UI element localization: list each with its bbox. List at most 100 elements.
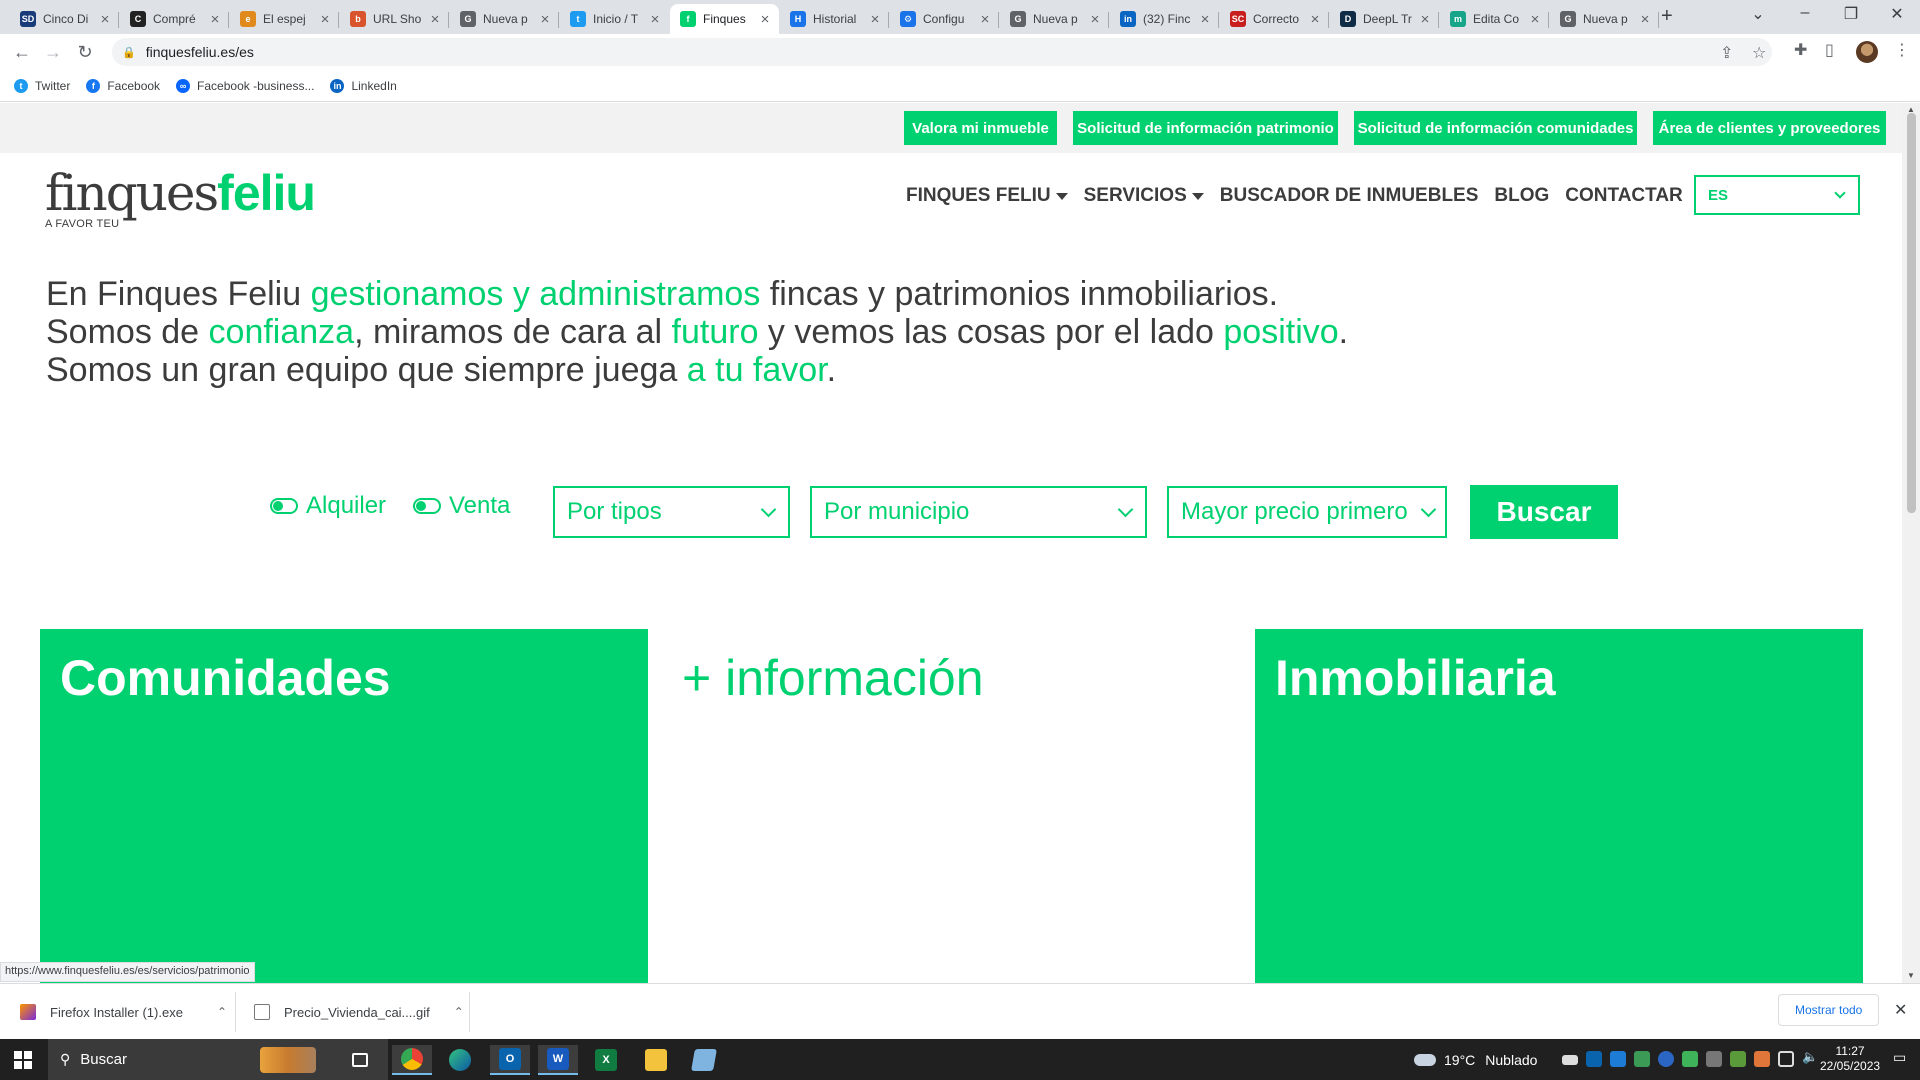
word-app-icon[interactable]: W xyxy=(538,1045,578,1075)
browser-tab[interactable]: t Inicio / T × xyxy=(560,4,669,34)
nav-contactar[interactable]: CONTACTAR xyxy=(1565,185,1683,207)
browser-tab[interactable]: b URL Sho × xyxy=(340,4,449,34)
side-panel-icon[interactable]: ▯ xyxy=(1825,40,1834,60)
network-share-icon[interactable] xyxy=(1634,1051,1650,1067)
tab-close-icon[interactable]: × xyxy=(427,11,443,28)
address-bar[interactable]: 🔒 finquesfeliu.es/es xyxy=(112,38,1772,66)
info-patrimonio-button[interactable]: Solicitud de información patrimonio xyxy=(1073,111,1338,145)
browser-tab[interactable]: D DeepL Tr × xyxy=(1330,4,1439,34)
nav-buscador[interactable]: BUSCADOR DE INMUEBLES xyxy=(1220,185,1479,207)
municipality-select[interactable]: Por municipio xyxy=(810,486,1147,538)
browser-tab[interactable]: G Nueva p × xyxy=(450,4,559,34)
excel-app-icon[interactable]: X xyxy=(586,1045,626,1075)
finques-feliu-logo[interactable]: finquesfeliu A FAVOR TEU xyxy=(45,165,316,230)
bookmark-item[interactable]: in LinkedIn xyxy=(330,78,397,93)
display-icon[interactable] xyxy=(1778,1051,1794,1067)
scrollbar-thumb[interactable] xyxy=(1907,113,1916,513)
volume-icon[interactable]: 🔈 xyxy=(1802,1049,1818,1065)
file-explorer-icon[interactable] xyxy=(636,1045,676,1075)
wifi-icon[interactable] xyxy=(1706,1051,1722,1067)
tab-close-icon[interactable]: × xyxy=(867,11,883,28)
tab-close-icon[interactable]: × xyxy=(647,11,663,28)
mas-informacion-card[interactable]: + información xyxy=(648,629,1256,983)
edge-app-icon[interactable] xyxy=(440,1045,480,1075)
taskbar-search[interactable]: ⚲ Buscar xyxy=(48,1039,388,1080)
chrome-app-icon[interactable] xyxy=(392,1045,432,1075)
tab-close-icon[interactable]: × xyxy=(1527,11,1543,28)
extensions-icon[interactable]: ✚ xyxy=(1794,40,1807,60)
app-tray-icon[interactable] xyxy=(1754,1051,1770,1067)
nav-servicios[interactable]: SERVICIOS xyxy=(1084,185,1204,207)
browser-tab[interactable]: in (32) Finc × xyxy=(1110,4,1219,34)
show-all-downloads-button[interactable]: Mostrar todo xyxy=(1778,994,1880,1026)
security-tray-icon[interactable] xyxy=(1658,1051,1674,1067)
notifications-icon[interactable]: ▭ xyxy=(1893,1049,1909,1065)
scroll-down-icon[interactable]: ▼ xyxy=(1907,971,1915,980)
profile-avatar[interactable] xyxy=(1856,41,1878,63)
bookmark-item[interactable]: t Twitter xyxy=(14,78,70,93)
tab-close-icon[interactable]: × xyxy=(1197,11,1213,28)
order-select[interactable]: Mayor precio primero xyxy=(1167,486,1447,538)
browser-tab[interactable]: SD Cinco Di × xyxy=(10,4,119,34)
tab-close-icon[interactable]: × xyxy=(207,11,223,28)
sync-tray-icon[interactable] xyxy=(1682,1051,1698,1067)
language-select[interactable]: ES xyxy=(1694,175,1860,215)
inmobiliaria-card[interactable]: Inmobiliaria xyxy=(1255,629,1863,983)
close-window-button[interactable]: ✕ xyxy=(1874,4,1920,24)
chevron-up-icon[interactable]: ⌃ xyxy=(217,1005,227,1019)
bookmark-item[interactable]: ∞ Facebook -business... xyxy=(176,78,314,93)
browser-tab[interactable]: C Compré × xyxy=(120,4,229,34)
venta-toggle[interactable]: Venta xyxy=(413,492,510,520)
area-clientes-button[interactable]: Área de clientes y proveedores xyxy=(1653,111,1886,145)
tab-search-icon[interactable]: ⌄ xyxy=(1735,4,1781,24)
weather-widget[interactable]: 19°C Nublado xyxy=(1414,1039,1537,1080)
restore-button[interactable]: ❐ xyxy=(1828,4,1874,24)
browser-tab[interactable]: e El espej × xyxy=(230,4,339,34)
new-tab-button[interactable]: + xyxy=(1661,5,1673,28)
valora-inmueble-button[interactable]: Valora mi inmueble xyxy=(904,111,1057,145)
outlook-tray-icon[interactable] xyxy=(1586,1051,1602,1067)
menu-kebab-icon[interactable]: ⋮ xyxy=(1894,40,1910,60)
nav-blog[interactable]: BLOG xyxy=(1494,185,1549,207)
browser-tab[interactable]: SC Correcto × xyxy=(1220,4,1329,34)
page-scrollbar[interactable]: ▲ ▼ xyxy=(1902,103,1920,983)
windows-start-icon[interactable] xyxy=(14,1051,32,1069)
browser-tab[interactable]: G Nueva p × xyxy=(1550,4,1659,34)
battery-icon[interactable] xyxy=(1730,1051,1746,1067)
tab-close-icon[interactable]: × xyxy=(97,11,113,28)
bookmark-item[interactable]: f Facebook xyxy=(86,78,160,93)
tab-close-icon[interactable]: × xyxy=(977,11,993,28)
close-icon[interactable]: ✕ xyxy=(1894,1000,1907,1020)
notepad-app-icon[interactable] xyxy=(684,1045,724,1075)
browser-tab[interactable]: m Edita Co × xyxy=(1440,4,1549,34)
outlook-app-icon[interactable]: O xyxy=(490,1045,530,1075)
tab-close-icon[interactable]: × xyxy=(537,11,553,28)
tab-close-icon[interactable]: × xyxy=(1307,11,1323,28)
info-comunidades-button[interactable]: Solicitud de información comunidades xyxy=(1354,111,1637,145)
tab-close-icon[interactable]: × xyxy=(1637,11,1653,28)
type-select[interactable]: Por tipos xyxy=(553,486,790,538)
alquiler-toggle[interactable]: Alquiler xyxy=(270,492,386,520)
browser-tab[interactable]: H Historial × xyxy=(780,4,889,34)
forward-icon[interactable]: → xyxy=(41,40,65,64)
tab-close-icon[interactable]: × xyxy=(757,11,773,28)
browser-tab[interactable]: G Nueva p × xyxy=(1000,4,1109,34)
browser-tab[interactable]: ⚙ Configu × xyxy=(890,4,999,34)
system-clock[interactable]: 11:27 22/05/2023 xyxy=(1820,1044,1880,1074)
minimize-button[interactable]: – xyxy=(1782,4,1828,22)
back-icon[interactable]: ← xyxy=(10,40,34,64)
bookmark-star-icon[interactable]: ☆ xyxy=(1752,43,1766,63)
nav-finques-feliu[interactable]: FINQUES FELIU xyxy=(906,185,1068,207)
browser-tab[interactable]: f Finques × xyxy=(670,4,779,34)
reload-icon[interactable]: ↻ xyxy=(73,40,97,64)
download-item[interactable]: Firefox Installer (1).exe ⌃ xyxy=(20,984,227,1040)
download-item[interactable]: Precio_Vivienda_cai....gif ⌃ xyxy=(254,984,464,1040)
tab-close-icon[interactable]: × xyxy=(1417,11,1433,28)
hp-tray-icon[interactable] xyxy=(1610,1051,1626,1067)
search-button[interactable]: Buscar xyxy=(1470,485,1618,539)
tab-close-icon[interactable]: × xyxy=(317,11,333,28)
chevron-up-icon[interactable]: ⌃ xyxy=(454,1005,464,1019)
task-view-icon[interactable] xyxy=(340,1045,380,1075)
share-icon[interactable]: ⇪ xyxy=(1720,43,1733,63)
mail-icon[interactable] xyxy=(1562,1055,1578,1065)
